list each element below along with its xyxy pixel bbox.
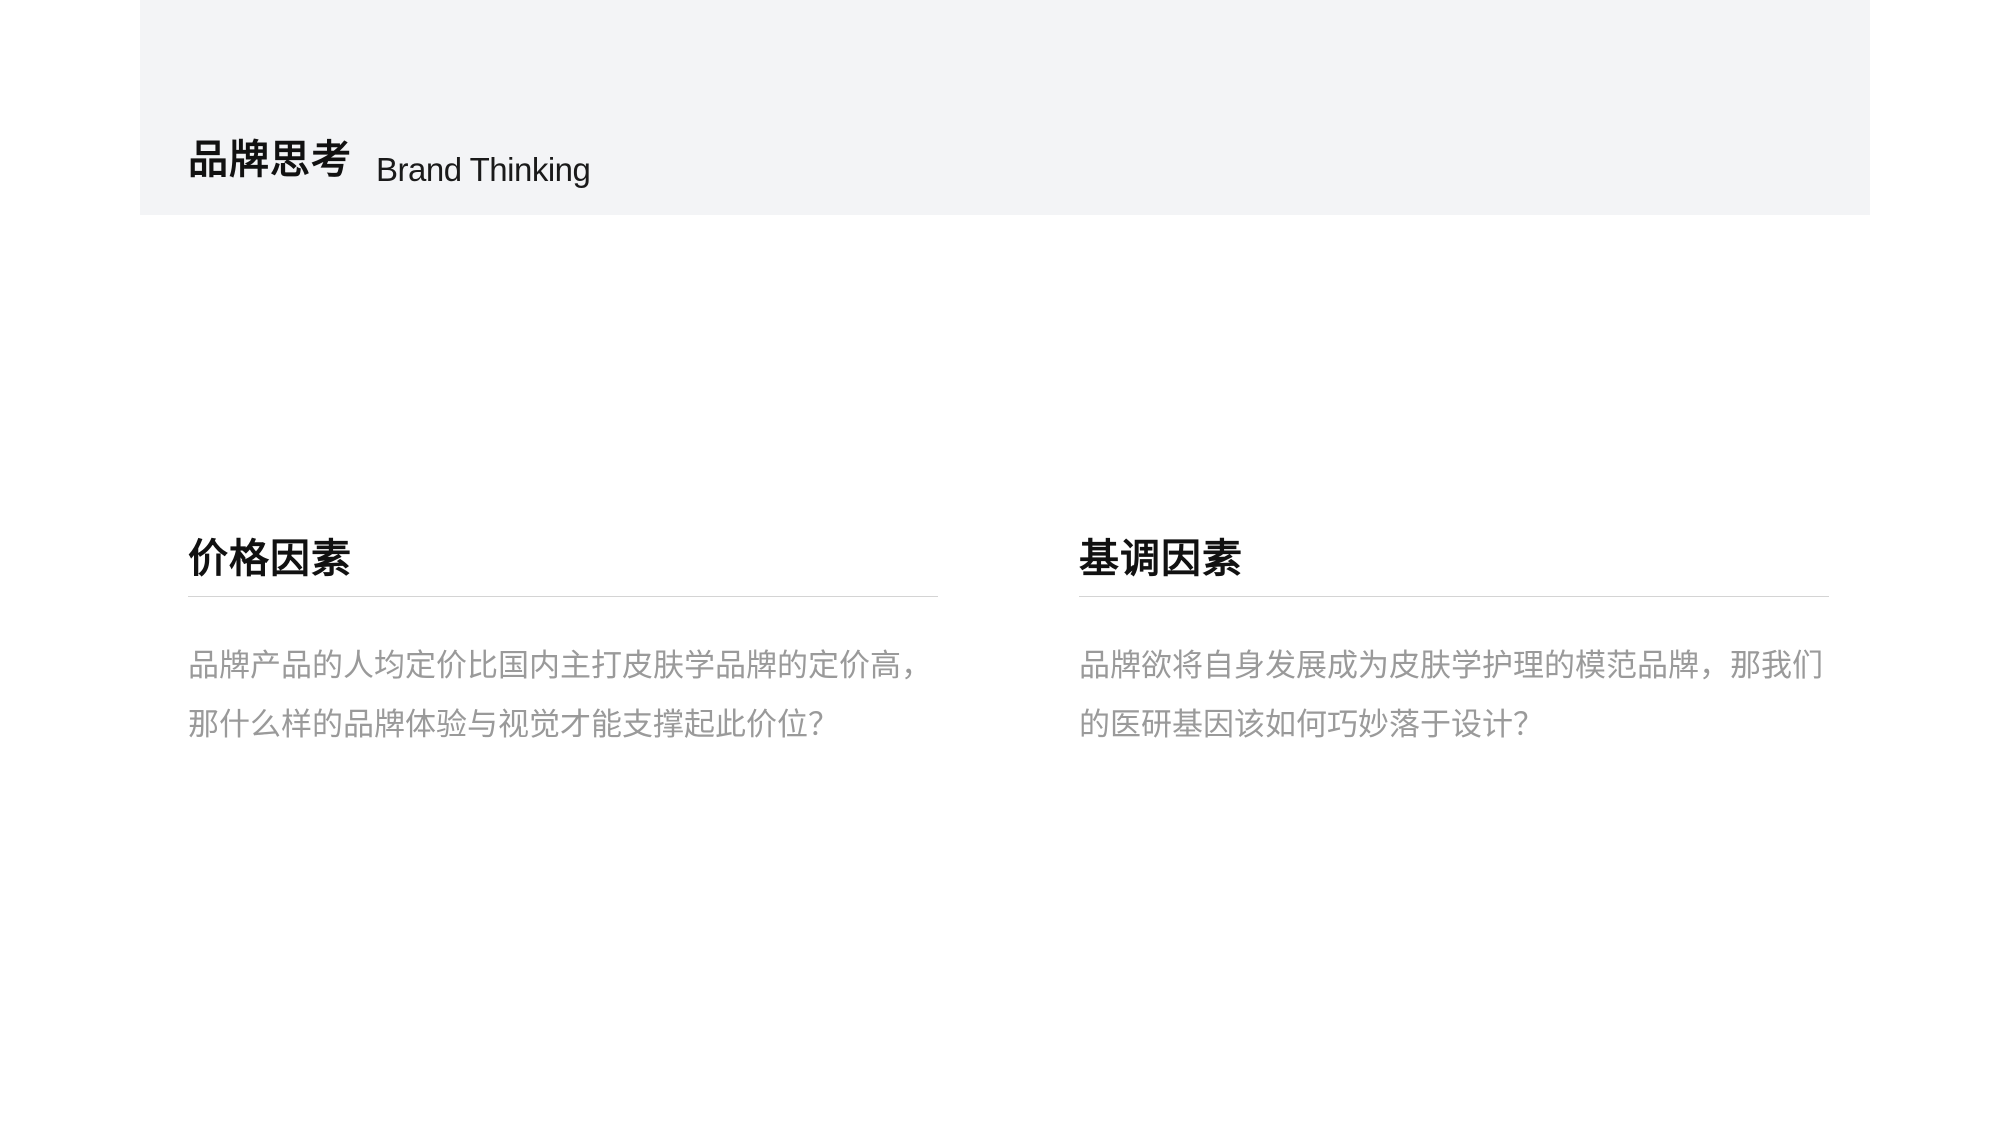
section-divider (1079, 596, 1829, 597)
section-body: 品牌欲将自身发展成为皮肤学护理的模范品牌，那我们的医研基因该如何巧妙落于设计？ (1079, 648, 1823, 743)
section-price-factor: 价格因素 品牌产品的人均定价比国内主打皮肤学品牌的定价高，那什么样的品牌体验与视… (188, 530, 938, 755)
section-divider (188, 596, 938, 597)
section-heading: 基调因素 (1079, 536, 1243, 582)
page-title: 品牌思考 (188, 137, 352, 183)
section-body: 品牌产品的人均定价比国内主打皮肤学品牌的定价高，那什么样的品牌体验与视觉才能支撑… (188, 648, 932, 743)
section-heading: 价格因素 (188, 536, 352, 582)
page-title-english: Brand Thinking (376, 151, 591, 188)
section-tone-factor: 基调因素 品牌欲将自身发展成为皮肤学护理的模范品牌，那我们的医研基因该如何巧妙落… (1079, 530, 1829, 755)
